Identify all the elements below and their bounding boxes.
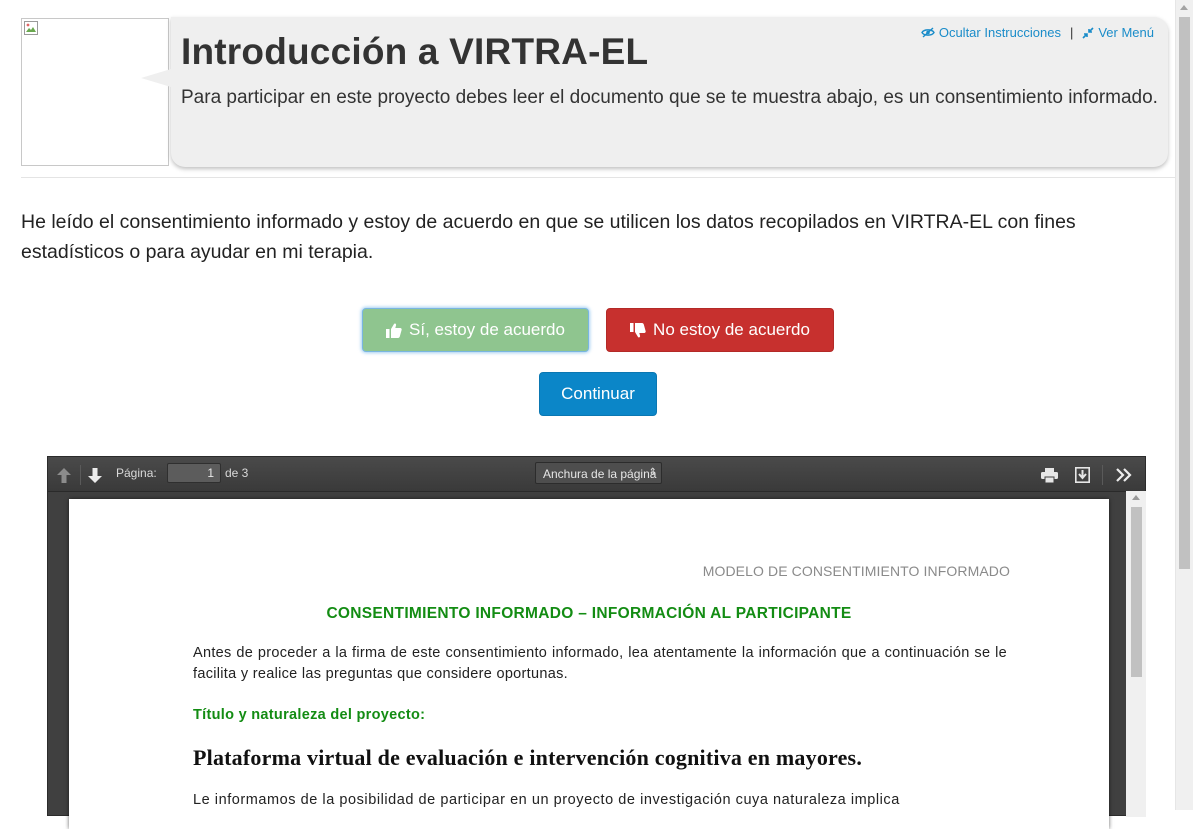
viewer-toolbar: Página: 1 de 3 Anchura de la página ⇕ bbox=[48, 457, 1145, 492]
disagree-button[interactable]: No estoy de acuerdo bbox=[606, 308, 834, 352]
scroll-up-icon[interactable] bbox=[1180, 5, 1188, 10]
print-icon bbox=[1040, 467, 1058, 483]
consent-statement: He leído el consentimiento informado y e… bbox=[21, 211, 1076, 263]
document-subheading: Título y naturaleza del proyecto: bbox=[193, 707, 426, 723]
zoom-value: Anchura de la página bbox=[543, 467, 657, 481]
disagree-label: No estoy de acuerdo bbox=[653, 320, 810, 339]
next-page-button[interactable] bbox=[86, 466, 104, 484]
avatar bbox=[21, 18, 169, 166]
arrow-down-icon bbox=[88, 467, 102, 483]
page-total: de 3 bbox=[225, 466, 249, 480]
pdf-page: MODELO DE CONSENTIMIENTO INFORMADO CONSE… bbox=[69, 499, 1109, 829]
double-chevron-right-icon bbox=[1116, 468, 1132, 482]
page-scrollbar[interactable] bbox=[1175, 0, 1193, 810]
divider bbox=[21, 177, 1175, 178]
agree-button[interactable]: Sí, estoy de acuerdo bbox=[362, 308, 589, 352]
pdf-viewer: Página: 1 de 3 Anchura de la página ⇕ MO… bbox=[47, 456, 1146, 829]
scroll-up-icon[interactable] bbox=[1132, 495, 1140, 500]
project-title: Plataforma virtual de evaluación e inter… bbox=[193, 745, 863, 770]
toolbar-divider bbox=[80, 465, 81, 485]
document-body: Le informamos de la posibilidad de parti… bbox=[193, 792, 900, 808]
viewer-scroll-thumb[interactable] bbox=[1131, 507, 1142, 677]
continue-button[interactable]: Continuar bbox=[539, 372, 657, 416]
view-menu-link[interactable]: Ver Menú bbox=[1082, 25, 1154, 40]
page-scroll-thumb[interactable] bbox=[1179, 17, 1190, 569]
page-label: Página: bbox=[116, 466, 157, 480]
link-separator: | bbox=[1069, 25, 1074, 40]
agree-label: Sí, estoy de acuerdo bbox=[409, 320, 565, 339]
zoom-select[interactable]: Anchura de la página ⇕ bbox=[535, 462, 662, 484]
viewer-scrollbar[interactable] bbox=[1126, 491, 1146, 817]
print-button[interactable] bbox=[1040, 466, 1058, 484]
thumbs-up-icon bbox=[386, 323, 402, 338]
top-links: Ocultar Instrucciones | Ver Menú bbox=[921, 25, 1154, 40]
tools-button[interactable] bbox=[1115, 466, 1133, 484]
page-intro: Para participar en este proyecto debes l… bbox=[181, 87, 1158, 108]
compress-icon bbox=[1082, 26, 1094, 39]
toolbar-divider bbox=[1102, 465, 1103, 485]
hide-instructions-link[interactable]: Ocultar Instrucciones bbox=[921, 25, 1061, 40]
view-menu-label: Ver Menú bbox=[1098, 25, 1154, 40]
document-title: CONSENTIMIENTO INFORMADO – INFORMACIÓN A… bbox=[326, 605, 852, 622]
page-title: Introducción a VIRTRA-EL bbox=[181, 31, 649, 72]
download-button[interactable] bbox=[1073, 466, 1091, 484]
broken-image-icon bbox=[24, 21, 38, 35]
arrow-up-icon bbox=[57, 467, 71, 483]
thumbs-down-icon bbox=[630, 322, 646, 337]
instruction-bubble: Introducción a VIRTRA-EL Para participar… bbox=[141, 17, 1168, 167]
previous-page-button[interactable] bbox=[55, 466, 73, 484]
chevron-down-icon: ⇕ bbox=[648, 467, 657, 478]
hide-instructions-label: Ocultar Instrucciones bbox=[938, 25, 1061, 40]
eye-slash-icon bbox=[921, 27, 935, 38]
document-header: MODELO DE CONSENTIMIENTO INFORMADO bbox=[702, 563, 1010, 579]
document-intro: Antes de proceder a la firma de este con… bbox=[193, 645, 1007, 682]
page-number-input[interactable]: 1 bbox=[167, 463, 221, 483]
download-icon bbox=[1074, 467, 1090, 483]
bubble-tail bbox=[141, 69, 171, 87]
